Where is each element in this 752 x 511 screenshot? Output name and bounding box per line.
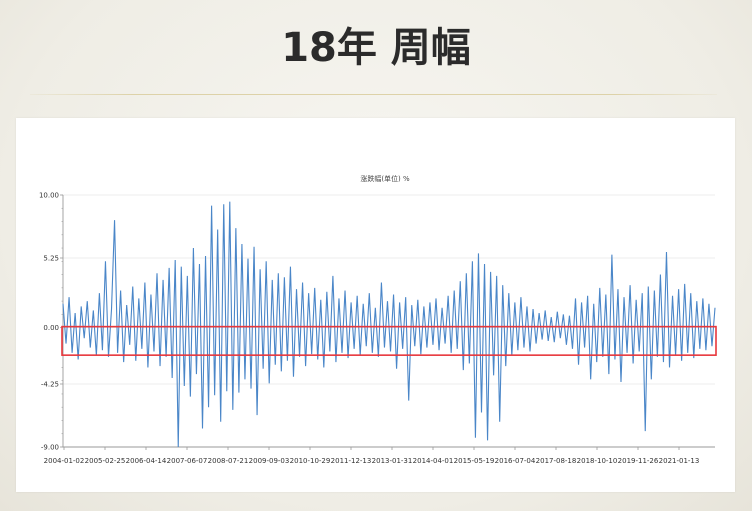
slide: 18年 周幅 涨跌幅(单位) % 10.00 5.25 0.00 -4.25 -9.00… (0, 0, 752, 511)
slide-title: 18年 周幅 (281, 25, 471, 71)
y-tick-label: -9.00 (41, 444, 59, 452)
x-tick-label: 2021-01-13 (659, 457, 700, 465)
x-tick-label: 2010-10-29 (290, 457, 331, 465)
x-tick-label: 2008-07-21 (208, 457, 249, 465)
x-tick-label: 2018-10-10 (577, 457, 618, 465)
x-tick-label: 2019-11-26 (618, 457, 659, 465)
x-tick-label: 2011-12-13 (331, 457, 372, 465)
y-tick-label: 5.25 (43, 255, 59, 263)
series-line (62, 201, 716, 448)
x-tick-label: 2009-09-03 (249, 457, 290, 465)
y-tick-label: 10.00 (39, 192, 59, 200)
x-tick-label: 2013-01-31 (372, 457, 413, 465)
y-tick-label: 0.00 (43, 324, 59, 332)
chart-panel: 涨跌幅(单位) % 10.00 5.25 0.00 -4.25 -9.00 2004-01… (16, 118, 735, 492)
y-tick-label: -4.25 (41, 381, 59, 389)
x-tick-label: 2017-08-18 (536, 457, 577, 465)
title-divider (30, 94, 717, 95)
line-chart: 10.00 5.25 0.00 -4.25 -9.00 2004-01-02 2005-02… (39, 192, 717, 465)
x-tick-label: 2006-04-14 (126, 457, 167, 465)
x-tick-label: 2016-07-04 (495, 457, 536, 465)
x-tick-label: 2015-05-19 (454, 457, 495, 465)
x-tick-label: 2005-02-25 (85, 457, 126, 465)
x-tick-label: 2004-01-02 (44, 457, 85, 465)
x-tick-label: 2014-04-01 (413, 457, 454, 465)
x-tick-label: 2007-06-07 (167, 457, 208, 465)
